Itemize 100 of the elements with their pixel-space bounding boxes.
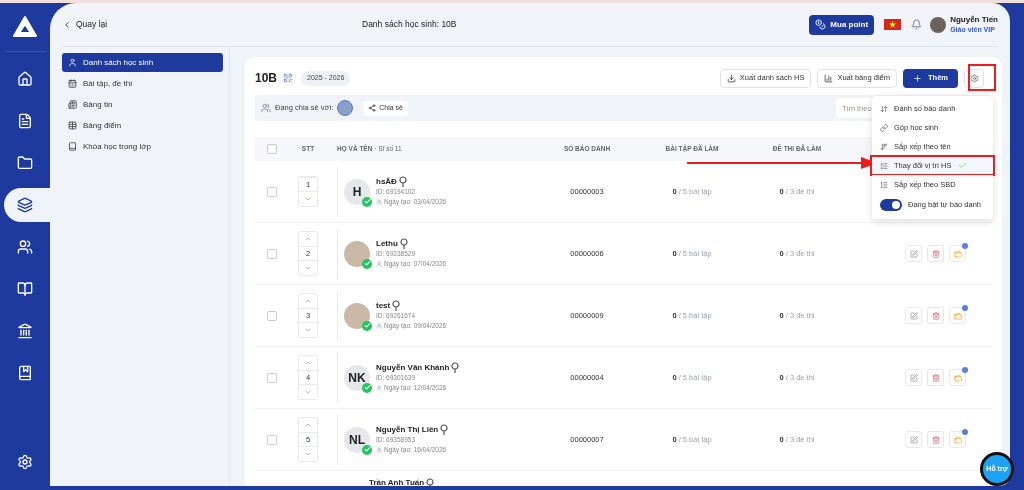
pin-icon — [399, 238, 408, 249]
chevron-up-icon — [304, 235, 312, 243]
checkbox[interactable] — [267, 310, 277, 321]
users-icon — [261, 103, 271, 113]
gear-icon — [17, 454, 33, 470]
student-name[interactable]: Nguyễn Thị Liên — [376, 424, 439, 435]
user-icon — [376, 261, 382, 267]
logo-icon[interactable] — [12, 15, 38, 39]
shared-avatar — [337, 100, 354, 116]
ticket-icon — [953, 373, 962, 382]
page-title: Danh sách học sinh: 10B — [362, 18, 458, 31]
highlight-frame — [968, 64, 996, 91]
trash-icon — [931, 249, 940, 258]
download-icon — [726, 73, 736, 83]
link-icon — [880, 123, 888, 132]
bank-icon — [17, 323, 33, 339]
avatar: NK — [344, 364, 370, 391]
pin-icon — [451, 362, 460, 373]
back-link[interactable]: Quay lại — [62, 18, 362, 31]
edit-button[interactable] — [905, 245, 922, 262]
list-icon — [880, 180, 888, 189]
edit-icon — [909, 373, 918, 382]
user-icon — [376, 385, 382, 391]
chevron-down-icon — [304, 450, 312, 458]
class-name: 10B — [255, 70, 277, 87]
ticket-button[interactable] — [949, 307, 966, 324]
buy-point-button[interactable]: Mua point — [809, 14, 875, 35]
ticket-icon — [953, 311, 962, 320]
toggle-switch[interactable] — [880, 199, 902, 211]
sidebar-item[interactable]: Bảng tin — [62, 95, 223, 114]
trash-icon — [931, 373, 940, 382]
home-icon — [17, 71, 33, 87]
edit-button[interactable] — [905, 431, 922, 448]
ticket-button[interactable] — [949, 431, 966, 448]
delete-button[interactable] — [927, 245, 944, 262]
ticket-icon — [953, 435, 962, 444]
chevron-down-icon — [304, 326, 312, 334]
user-icon — [376, 199, 382, 205]
book-icon — [68, 142, 77, 151]
pin-icon — [440, 424, 449, 435]
edit-button[interactable] — [905, 307, 922, 324]
folder-icon — [17, 155, 33, 171]
gear-icon — [969, 73, 979, 83]
sidebar-item[interactable]: Bảng điểm — [62, 116, 223, 135]
nav-button[interactable] — [4, 188, 50, 222]
check-badge-icon — [362, 196, 372, 207]
sort-icon — [880, 142, 888, 151]
checkbox[interactable] — [267, 434, 277, 445]
book-icon — [17, 281, 33, 297]
bell-icon[interactable] — [911, 19, 923, 30]
pin-icon — [398, 176, 407, 187]
calendar-icon — [68, 79, 77, 88]
chevron-down-icon — [304, 264, 312, 272]
student-name[interactable]: Nguyễn Văn Khánh — [376, 362, 450, 373]
ticket-icon — [953, 249, 962, 258]
user-icon — [68, 58, 77, 67]
trash-icon — [931, 311, 940, 320]
avatar-placeholder — [344, 302, 370, 329]
avatar: NL — [344, 426, 370, 453]
check-badge-icon — [362, 382, 372, 393]
delete-button[interactable] — [927, 307, 944, 324]
user-icon — [376, 323, 382, 329]
delete-button[interactable] — [927, 431, 944, 448]
sort-icon — [880, 104, 888, 113]
coins-icon — [815, 19, 827, 30]
checkbox[interactable] — [267, 248, 277, 259]
checkbox[interactable] — [267, 186, 277, 197]
chevron-up-icon — [304, 421, 312, 429]
avatar: H — [344, 178, 370, 205]
share-icon — [368, 104, 377, 112]
trash-icon — [931, 435, 940, 444]
check-badge-icon — [362, 258, 372, 269]
sidebar-item[interactable]: Khóa học trong lớp — [62, 137, 223, 156]
student-name[interactable]: test — [376, 300, 391, 311]
user-avatar[interactable] — [930, 16, 947, 33]
chevron-up-icon — [304, 359, 312, 367]
flag-icon[interactable] — [884, 19, 902, 30]
qr-code-icon[interactable] — [283, 73, 293, 83]
checkbox[interactable] — [267, 372, 277, 383]
edit-icon — [909, 249, 918, 258]
plus-icon — [913, 73, 922, 83]
edit-icon — [909, 435, 918, 444]
chevron-up-icon — [304, 297, 312, 305]
edit-icon — [909, 311, 918, 320]
check-badge-icon — [362, 320, 372, 331]
student-name[interactable]: hsĂĐ — [376, 176, 397, 187]
ticket-button[interactable] — [949, 369, 966, 386]
sidebar-item[interactable]: Bài tập, đề thi — [62, 74, 223, 93]
chevron-left-icon — [62, 19, 72, 30]
student-name[interactable]: Lethu — [376, 238, 398, 249]
sidebar-item[interactable]: Danh sách học sinh — [62, 53, 223, 72]
user-icon — [376, 447, 382, 453]
checkbox[interactable] — [267, 144, 277, 154]
edit-button[interactable] — [905, 369, 922, 386]
ticket-button[interactable] — [949, 245, 966, 262]
users-icon — [17, 239, 33, 255]
check-badge-icon — [362, 444, 372, 455]
student-name[interactable]: Trần Anh Tuấn — [369, 477, 425, 486]
delete-button[interactable] — [927, 369, 944, 386]
settings-button[interactable] — [964, 68, 984, 88]
